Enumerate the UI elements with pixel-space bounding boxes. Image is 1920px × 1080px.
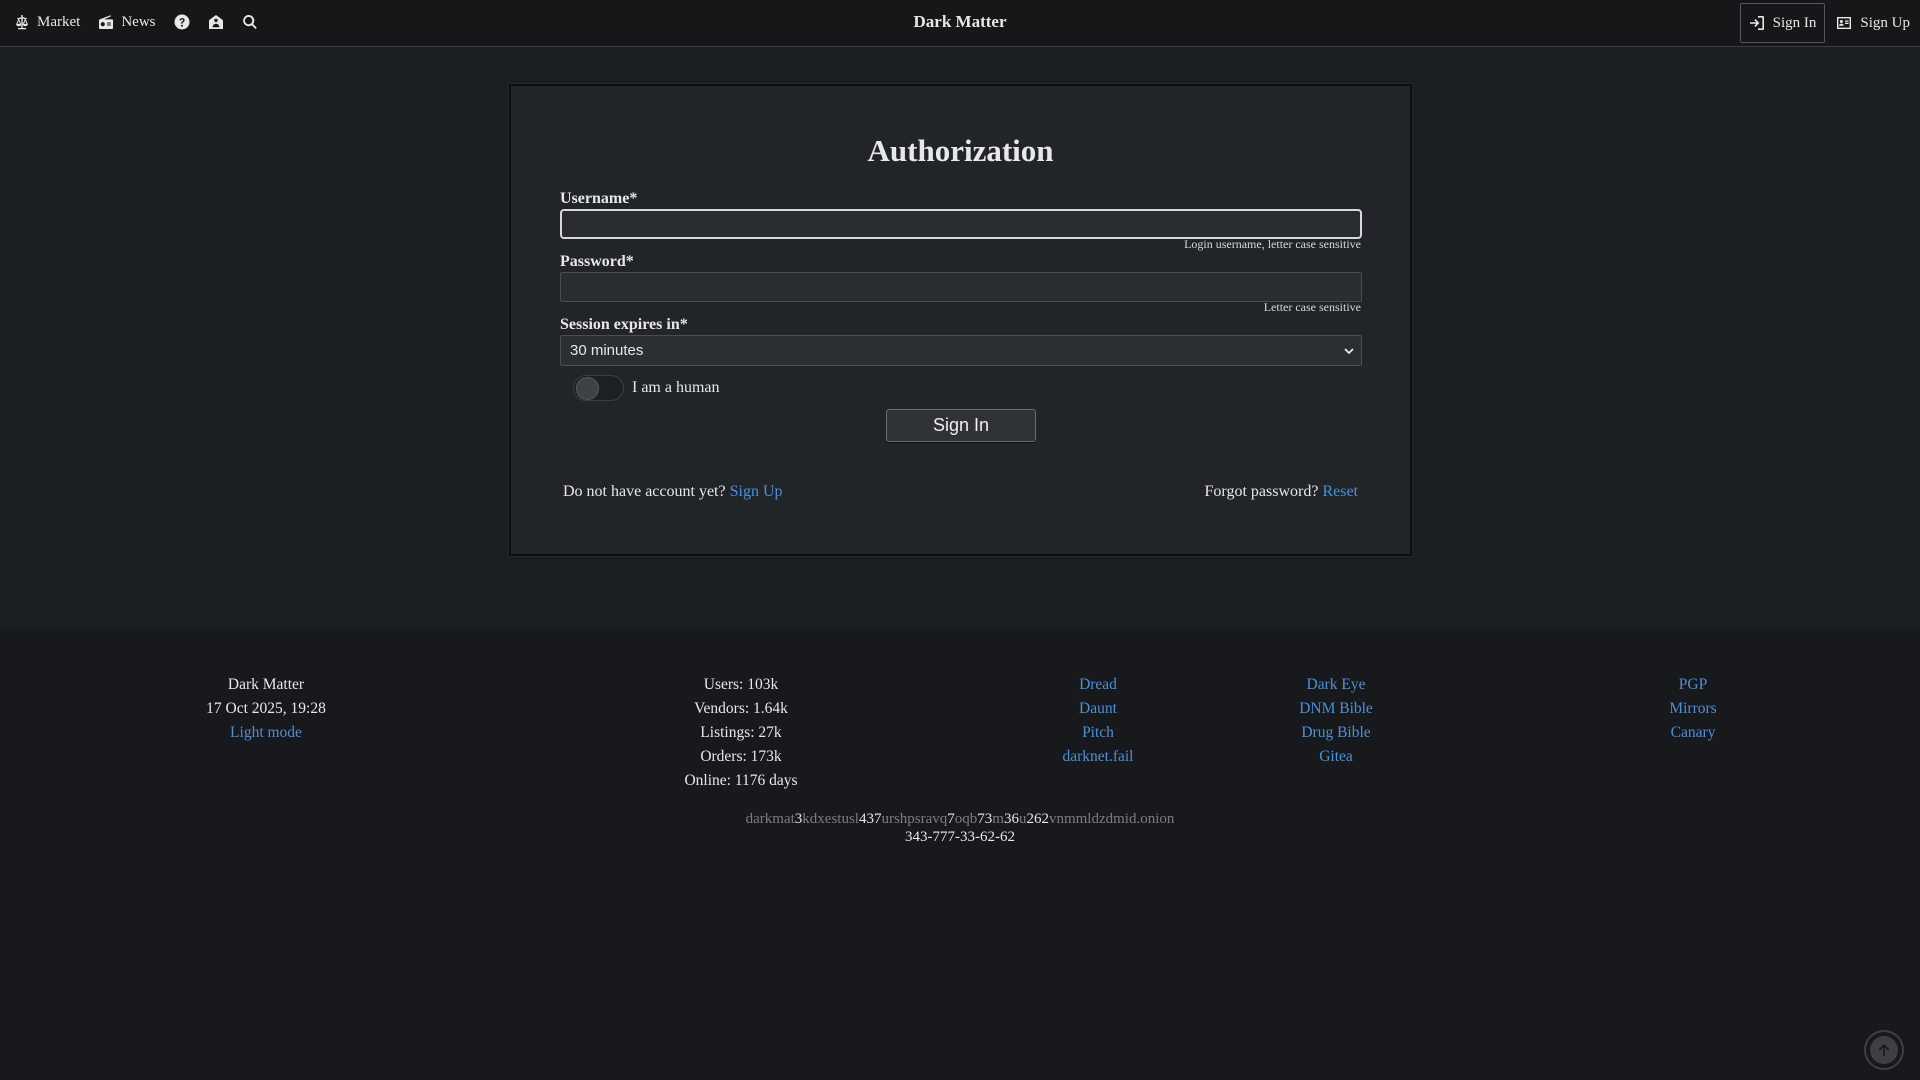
scroll-top-inner	[1870, 1036, 1898, 1064]
footer-link-pitch[interactable]: Pitch	[1018, 721, 1178, 745]
page-footer: Dark Matter 17 Oct 2025, 19:28 Light mod…	[0, 629, 1920, 1080]
onion-segment: 36	[1003, 811, 1019, 827]
password-field[interactable]	[560, 272, 1362, 302]
onion-segment: darkmat	[745, 811, 795, 827]
nav-signup-label: Sign Up	[1860, 14, 1910, 31]
authorization-card: Authorization Username* Login username, …	[509, 84, 1412, 556]
nav-left-group: Market News	[14, 0, 258, 44]
human-toggle[interactable]	[573, 375, 624, 401]
signup-link[interactable]: Sign Up	[730, 483, 783, 500]
footer-link-pgp[interactable]: PGP	[1613, 673, 1773, 697]
footer-links-security: PGP Mirrors Canary	[1613, 673, 1773, 745]
id-card-icon	[1837, 17, 1852, 29]
forgot-password-prompt: Forgot password? Reset	[1205, 483, 1358, 501]
footer-site-name: Dark Matter	[227, 676, 305, 693]
chevron-down-icon	[1344, 348, 1354, 355]
onion-segment: kdxestusl	[802, 811, 859, 827]
session-expiry-value: 30 minutes	[570, 342, 644, 359]
scroll-to-top-button[interactable]	[1864, 1030, 1904, 1070]
onion-address: darkmat3kdxestusl437urshpsravq7oqb73m36u…	[0, 810, 1920, 828]
onion-segment: m	[992, 811, 1004, 827]
onion-segment: 7	[977, 811, 985, 827]
onion-segment: vnmmldzdmid.onion	[1048, 811, 1175, 827]
footer-link-drug-bible[interactable]: Drug Bible	[1256, 721, 1416, 745]
light-mode-link[interactable]: Light mode	[166, 721, 366, 745]
footer-link-mirrors[interactable]: Mirrors	[1613, 697, 1773, 721]
footer-link-dread[interactable]: Dread	[1018, 673, 1178, 697]
nav-right-group: Sign In Sign Up	[1739, 3, 1920, 43]
session-label: Session expires in*	[560, 316, 688, 333]
human-check-row: I am a human	[573, 375, 720, 401]
stat-users: Users: 103k	[703, 676, 779, 693]
onion-segment: oqb	[954, 811, 978, 827]
footer-datetime: 17 Oct 2025, 19:28	[206, 700, 326, 717]
shop-icon	[208, 15, 223, 29]
question-circle-icon	[174, 14, 189, 30]
nav-market[interactable]: Market	[14, 14, 80, 31]
nav-signin-label: Sign In	[1772, 14, 1817, 31]
forgot-text: Forgot password?	[1204, 483, 1319, 500]
footer-link-daunt[interactable]: Daunt	[1018, 697, 1178, 721]
footer-link-dnm-bible[interactable]: DNM Bible	[1256, 697, 1416, 721]
onion-segment: 7	[947, 811, 955, 827]
password-label: Password*	[560, 253, 634, 270]
password-hint: Letter case sensitive	[1263, 300, 1361, 314]
username-label: Username*	[560, 190, 638, 207]
nav-signin-button[interactable]: Sign In	[1739, 3, 1826, 43]
footer-site-info: Dark Matter 17 Oct 2025, 19:28 Light mod…	[166, 673, 366, 745]
nav-vendor[interactable]	[208, 14, 224, 30]
stat-online: Online: 1176 days	[684, 772, 798, 789]
sign-in-icon	[1749, 16, 1764, 30]
footer-links-forums: Dread Daunt Pitch darknet.fail	[1018, 673, 1178, 769]
footer-links-resources: Dark Eye DNM Bible Drug Bible Gitea	[1256, 673, 1416, 769]
no-account-text: Do not have account yet?	[563, 483, 726, 500]
onion-segment: 437	[858, 811, 882, 827]
onion-segment: 2	[1026, 811, 1034, 827]
nav-market-label: Market	[37, 13, 81, 30]
arrow-up-icon	[1878, 1044, 1890, 1056]
reset-link[interactable]: Reset	[1322, 483, 1358, 500]
scale-icon	[16, 15, 28, 30]
onion-segment: 62	[1033, 811, 1049, 827]
session-expiry-select[interactable]: 30 minutes	[560, 335, 1362, 366]
footer-link-canary[interactable]: Canary	[1613, 721, 1773, 745]
toggle-knob	[576, 377, 599, 400]
sign-in-button[interactable]: Sign In	[886, 409, 1036, 442]
nav-help[interactable]	[174, 14, 190, 30]
nav-news[interactable]: News	[98, 13, 156, 31]
phone-number: 343-777-33-62-62	[905, 829, 1015, 845]
brand-title: Dark Matter	[913, 12, 1007, 31]
nav-search[interactable]	[242, 14, 258, 30]
footer-link-darknet-fail[interactable]: darknet.fail	[1018, 745, 1178, 769]
signup-prompt: Do not have account yet? Sign Up	[563, 483, 783, 501]
radio-icon	[99, 15, 114, 29]
username-hint: Login username, letter case sensitive	[1184, 237, 1361, 251]
footer-link-dark-eye[interactable]: Dark Eye	[1256, 673, 1416, 697]
stat-orders: Orders: 173k	[700, 748, 782, 765]
nav-signup-button[interactable]: Sign Up	[1826, 3, 1920, 43]
human-toggle-label: I am a human	[632, 379, 720, 396]
username-field[interactable]	[560, 209, 1362, 239]
footer-link-gitea[interactable]: Gitea	[1256, 745, 1416, 769]
page-title: Authorization	[867, 133, 1054, 168]
nav-news-label: News	[121, 13, 156, 30]
onion-segment: urshpsravq	[881, 811, 948, 827]
stat-listings: Listings: 27k	[700, 724, 782, 741]
search-icon	[242, 14, 257, 29]
top-navbar: Market News Dark Matter Sign In Sign Up	[0, 0, 1920, 47]
stat-vendors: Vendors: 1.64k	[694, 700, 788, 717]
footer-stats: Users: 103k Vendors: 1.64k Listings: 27k…	[641, 673, 841, 793]
